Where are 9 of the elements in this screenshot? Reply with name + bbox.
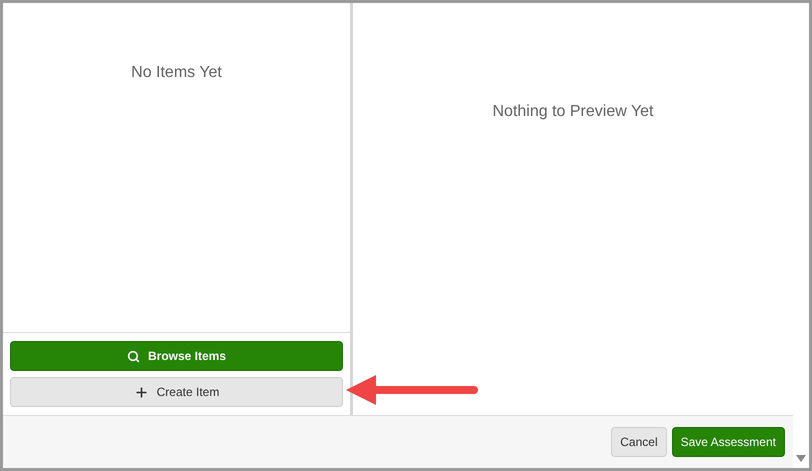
- plus-icon: [134, 384, 149, 400]
- empty-list-message: No Items Yet: [131, 63, 222, 83]
- search-icon: [126, 350, 140, 362]
- save-button[interactable]: Save Assessment: [672, 427, 785, 457]
- browse-button[interactable]: Browse Items: [10, 341, 343, 371]
- empty-preview-message: Nothing to Preview Yet: [492, 102, 654, 122]
- create-button[interactable]: Create Item: [10, 377, 343, 407]
- scroll-down-icon[interactable]: [796, 455, 806, 462]
- cancel-button[interactable]: Cancel: [611, 427, 667, 457]
